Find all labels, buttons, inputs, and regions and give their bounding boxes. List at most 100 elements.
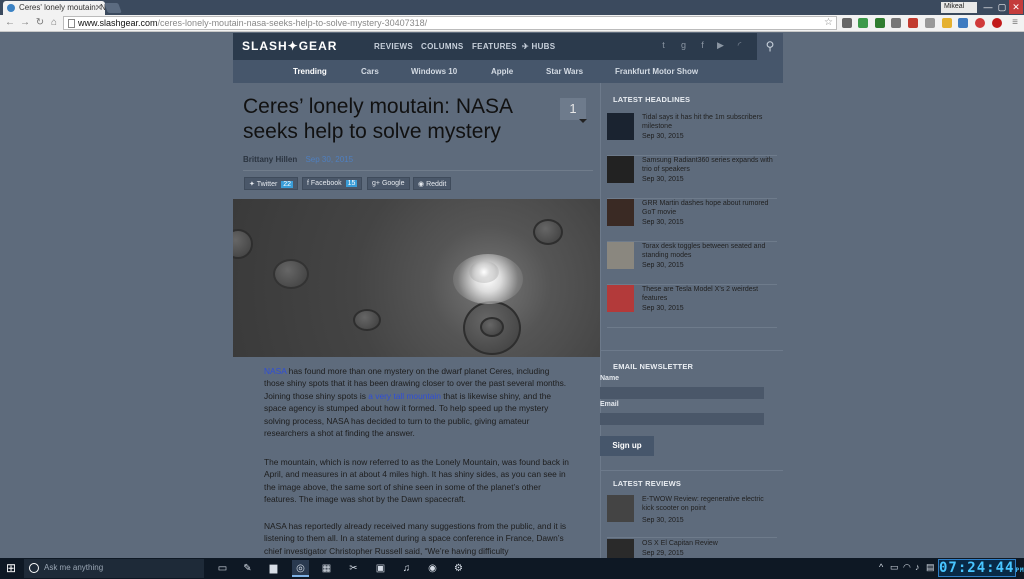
chrome-menu-icon[interactable]: ≡ bbox=[1008, 16, 1022, 30]
headline-thumbnail bbox=[607, 156, 634, 183]
signup-button[interactable]: Sign up bbox=[600, 436, 654, 456]
headline-date: Sep 30, 2015 bbox=[642, 219, 684, 226]
latest-headlines-heading: LATEST HEADLINES bbox=[613, 95, 691, 104]
media-app-icon[interactable]: ◉ bbox=[424, 560, 441, 577]
headline-item[interactable]: These are Tesla Model X’s 2 weirdest fea… bbox=[607, 285, 777, 328]
share-facebook-button[interactable]: f Facebook 15 bbox=[302, 177, 363, 190]
twitter-share-count: 22 bbox=[281, 181, 294, 188]
chrome-taskbar-icon[interactable]: ◎ bbox=[292, 560, 309, 577]
name-input[interactable] bbox=[600, 387, 764, 399]
tray-volume-icon[interactable]: ♪ bbox=[915, 562, 920, 572]
google-plus-icon[interactable]: g bbox=[678, 40, 689, 51]
headline-thumbnail bbox=[607, 285, 634, 312]
task-view-icon[interactable]: ▭ bbox=[214, 560, 231, 577]
profile-button[interactable]: Mikeal bbox=[941, 2, 977, 13]
photos-app-icon[interactable]: ▣ bbox=[372, 560, 389, 577]
nasa-link[interactable]: NASA bbox=[264, 366, 286, 376]
url-path: /ceres-lonely-moutain-nasa-seeks-help-to… bbox=[157, 18, 428, 28]
tray-wifi-icon[interactable]: ◠ bbox=[903, 562, 911, 573]
comment-badge-pointer bbox=[579, 119, 587, 123]
site-search-icon[interactable]: ⚲ bbox=[757, 33, 783, 60]
youtube-icon[interactable]: ▶ bbox=[715, 40, 726, 51]
facebook-share-count: 15 bbox=[345, 180, 358, 187]
nav-features[interactable]: FEATURES bbox=[472, 42, 517, 51]
extension-edit-icon[interactable] bbox=[875, 18, 885, 28]
twitter-share-icon: ✦ bbox=[249, 181, 255, 188]
tab-close-icon[interactable]: ✕ bbox=[95, 3, 102, 12]
nav-columns[interactable]: COLUMNS bbox=[421, 42, 464, 51]
home-icon[interactable]: ⌂ bbox=[47, 16, 61, 30]
extension-opera-icon[interactable] bbox=[992, 18, 1002, 28]
review-item[interactable]: OS X El Capitan Review Sep 29, 2015 bbox=[607, 539, 777, 558]
subnav-apple[interactable]: Apple bbox=[491, 67, 513, 76]
extension-puzzle-icon[interactable] bbox=[891, 18, 901, 28]
headline-item[interactable]: GRR Martin dashes hope about rumored GoT… bbox=[607, 199, 777, 242]
windows-start-icon[interactable]: ⊞ bbox=[4, 561, 18, 575]
subnav-trending[interactable]: Trending bbox=[293, 67, 327, 76]
extension-chat-icon[interactable] bbox=[958, 18, 968, 28]
byline: Brittany Hillen Sep 30, 2015 bbox=[243, 155, 353, 164]
forward-arrow-icon[interactable]: → bbox=[18, 16, 32, 30]
nav-reviews[interactable]: REVIEWS bbox=[374, 42, 413, 51]
tall-mountain-link[interactable]: a very tall mountain bbox=[368, 391, 441, 401]
hero-image-ceres bbox=[233, 199, 600, 357]
extension-s-icon[interactable] bbox=[842, 18, 852, 28]
site-logo[interactable]: SLASH✦GEAR bbox=[242, 39, 337, 53]
back-arrow-icon[interactable]: ← bbox=[3, 16, 17, 30]
author-link[interactable]: Brittany Hillen bbox=[243, 155, 297, 164]
sidebar-divider bbox=[601, 350, 783, 351]
cortana-search-box[interactable]: Ask me anything bbox=[24, 559, 204, 578]
subnav-cars[interactable]: Cars bbox=[361, 67, 379, 76]
minimize-button[interactable]: — bbox=[981, 0, 995, 14]
browser-tab[interactable]: Ceres' lonely moutain: NA ✕ bbox=[3, 1, 105, 15]
extension-cast-icon[interactable] bbox=[908, 18, 918, 28]
settings-gear-icon[interactable]: ⚙ bbox=[450, 560, 467, 577]
share-reddit-button[interactable]: ◉ Reddit bbox=[413, 177, 452, 190]
calculator-icon[interactable]: ▦ bbox=[318, 560, 335, 577]
tray-network-icon[interactable]: ▭ bbox=[890, 562, 899, 573]
clock-time: 07:24:44 bbox=[939, 560, 1015, 576]
comment-count-badge[interactable]: 1 bbox=[560, 98, 586, 120]
share-google-button[interactable]: g+ Google bbox=[367, 177, 410, 190]
file-explorer-icon[interactable]: ▆ bbox=[265, 560, 282, 577]
maximize-button[interactable]: ▢ bbox=[995, 0, 1009, 14]
headline-item[interactable]: Torax desk toggles between seated and st… bbox=[607, 242, 777, 285]
article-title: Ceres’ lonely moutain: NASA seeks help t… bbox=[243, 95, 512, 143]
headline-item[interactable]: Samsung Radiant360 series expands with t… bbox=[607, 156, 777, 199]
article-paragraph-3: NASA has reportedly already received man… bbox=[264, 521, 567, 556]
tray-message-icon[interactable]: ▤ bbox=[926, 562, 935, 573]
extension-tag-icon[interactable] bbox=[942, 18, 952, 28]
page-icon bbox=[68, 19, 75, 28]
share-twitter-button[interactable]: ✦ Twitter 22 bbox=[244, 177, 299, 190]
facebook-icon[interactable]: f bbox=[697, 40, 708, 51]
browser-tab-bar bbox=[0, 0, 1024, 15]
close-window-button[interactable]: ✕ bbox=[1009, 0, 1023, 14]
snipping-tool-icon[interactable]: ✂ bbox=[345, 560, 362, 577]
subnav-star-wars[interactable]: Star Wars bbox=[546, 67, 583, 76]
extension-abp-icon[interactable] bbox=[975, 18, 985, 28]
extension-evernote-icon[interactable] bbox=[858, 18, 868, 28]
subnav-windows-10[interactable]: Windows 10 bbox=[411, 67, 457, 76]
reload-icon[interactable]: ↻ bbox=[33, 16, 47, 30]
notes-app-icon[interactable]: ✎ bbox=[239, 560, 256, 577]
headline-title: GRR Martin dashes hope about rumored GoT… bbox=[642, 200, 769, 216]
headline-title: Torax desk toggles between seated and st… bbox=[642, 243, 766, 259]
email-input[interactable] bbox=[600, 413, 764, 425]
bookmark-star-icon[interactable]: ☆ bbox=[824, 17, 833, 28]
tab-title: Ceres' lonely moutain: NA bbox=[19, 3, 105, 12]
clock-ampm: PM bbox=[1015, 567, 1024, 574]
subnav-frankfurt-motor-show[interactable]: Frankfurt Motor Show bbox=[615, 67, 698, 76]
headline-item[interactable]: Tidal says it has hit the 1m subscribers… bbox=[607, 113, 777, 156]
nav-hubs[interactable]: ✈ HUBS bbox=[522, 42, 555, 51]
review-item[interactable]: E-TWOW Review: regenerative electric kic… bbox=[607, 495, 777, 538]
latest-reviews-heading: LATEST REVIEWS bbox=[613, 479, 682, 488]
address-bar[interactable]: www.slashgear.com/ceres-lonely-moutain-n… bbox=[63, 16, 837, 30]
facebook-share-icon: f bbox=[307, 180, 309, 187]
twitter-icon[interactable]: t bbox=[658, 40, 669, 51]
extension-wrench-icon[interactable] bbox=[925, 18, 935, 28]
google-share-icon: g+ bbox=[372, 180, 380, 187]
headphones-app-icon[interactable]: ♫ bbox=[398, 560, 415, 577]
taskbar-clock[interactable]: 07:24:44PM bbox=[938, 559, 1024, 577]
rss-icon[interactable]: ◜ bbox=[734, 40, 745, 51]
tray-expand-icon[interactable]: ^ bbox=[879, 562, 883, 572]
